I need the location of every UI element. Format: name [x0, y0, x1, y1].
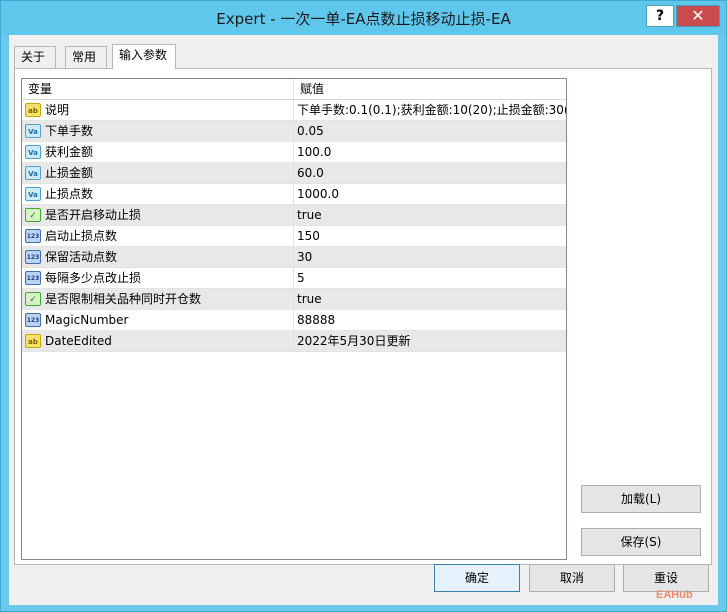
- dialog-client-area: 关于 常用 输入参数 变量 赋值 ab 说明 下单手数:0.1(0.1);获利金额…: [9, 35, 718, 605]
- double-type-icon: Va: [25, 187, 41, 201]
- param-value[interactable]: 100.0: [294, 142, 566, 162]
- param-row[interactable]: ab DateEdited 2022年5月30日更新: [22, 331, 566, 352]
- param-value[interactable]: 60.0: [294, 163, 566, 183]
- close-button[interactable]: ✕: [676, 5, 720, 27]
- tab-about[interactable]: 关于: [14, 46, 56, 68]
- bool-type-icon: ✓: [25, 208, 41, 222]
- header-value[interactable]: 赋值: [294, 79, 566, 99]
- param-row[interactable]: ✓ 是否限制相关品种同时开仓数 true: [22, 289, 566, 310]
- parameters-grid[interactable]: 变量 赋值 ab 说明 下单手数:0.1(0.1);获利金额:10(20);止损金…: [21, 78, 567, 560]
- param-value[interactable]: 0.05: [294, 121, 566, 141]
- param-name: 每隔多少点改止损: [45, 271, 142, 285]
- param-name: 启动止损点数: [45, 229, 118, 243]
- param-name: 是否限制相关品种同时开仓数: [45, 292, 202, 306]
- param-name: 获利金额: [45, 145, 94, 159]
- param-value[interactable]: 30: [294, 247, 566, 267]
- param-row[interactable]: ab 说明 下单手数:0.1(0.1);获利金额:10(20);止损金额:30(.…: [22, 100, 566, 121]
- double-type-icon: Va: [25, 166, 41, 180]
- title-bar[interactable]: Expert - 一次一单-EA点数止损移动止损-EA ? ✕: [1, 1, 726, 35]
- param-name: 止损点数: [45, 187, 94, 201]
- int-type-icon: 123: [25, 229, 41, 243]
- param-row[interactable]: Va 获利金额 100.0: [22, 142, 566, 163]
- param-value[interactable]: 2022年5月30日更新: [294, 331, 566, 351]
- param-value[interactable]: true: [294, 289, 566, 309]
- tab-inputs[interactable]: 输入参数: [112, 44, 176, 69]
- param-value[interactable]: 1000.0: [294, 184, 566, 204]
- param-row[interactable]: Va 止损点数 1000.0: [22, 184, 566, 205]
- header-variable[interactable]: 变量: [22, 79, 294, 99]
- double-type-icon: Va: [25, 124, 41, 138]
- help-button[interactable]: ?: [646, 5, 674, 27]
- expert-properties-window: Expert - 一次一单-EA点数止损移动止损-EA ? ✕ 关于 常用 输入…: [0, 0, 727, 612]
- param-name: MagicNumber: [45, 313, 129, 327]
- param-row[interactable]: 123 启动止损点数 150: [22, 226, 566, 247]
- tab-common[interactable]: 常用: [65, 46, 107, 68]
- param-name: 是否开启移动止损: [45, 208, 142, 222]
- save-button[interactable]: 保存(S): [581, 528, 701, 556]
- param-name: 止损金额: [45, 166, 94, 180]
- cancel-button[interactable]: 取消: [529, 564, 615, 592]
- param-value[interactable]: 88888: [294, 310, 566, 330]
- string-type-icon: ab: [25, 334, 41, 348]
- reset-button[interactable]: 重设: [623, 564, 709, 592]
- param-value[interactable]: 下单手数:0.1(0.1);获利金额:10(20);止损金额:30(...: [294, 100, 566, 120]
- param-name: 下单手数: [45, 124, 94, 138]
- int-type-icon: 123: [25, 271, 41, 285]
- param-name: 说明: [45, 103, 70, 117]
- param-value[interactable]: 150: [294, 226, 566, 246]
- string-type-icon: ab: [25, 103, 41, 117]
- param-value[interactable]: true: [294, 205, 566, 225]
- watermark-logo: EAHub: [656, 589, 693, 601]
- param-row[interactable]: Va 止损金额 60.0: [22, 163, 566, 184]
- window-title: Expert - 一次一单-EA点数止损移动止损-EA: [216, 10, 511, 28]
- param-value[interactable]: 5: [294, 268, 566, 288]
- param-row[interactable]: ✓ 是否开启移动止损 true: [22, 205, 566, 226]
- double-type-icon: Va: [25, 145, 41, 159]
- param-row[interactable]: 123 保留活动点数 30: [22, 247, 566, 268]
- int-type-icon: 123: [25, 313, 41, 327]
- int-type-icon: 123: [25, 250, 41, 264]
- ok-button[interactable]: 确定: [434, 564, 520, 592]
- param-name: 保留活动点数: [45, 250, 118, 264]
- load-button[interactable]: 加载(L): [581, 485, 701, 513]
- bool-type-icon: ✓: [25, 292, 41, 306]
- grid-header: 变量 赋值: [22, 79, 566, 100]
- param-row[interactable]: Va 下单手数 0.05: [22, 121, 566, 142]
- param-name: DateEdited: [45, 334, 112, 348]
- param-row[interactable]: 123 MagicNumber 88888: [22, 310, 566, 331]
- param-row[interactable]: 123 每隔多少点改止损 5: [22, 268, 566, 289]
